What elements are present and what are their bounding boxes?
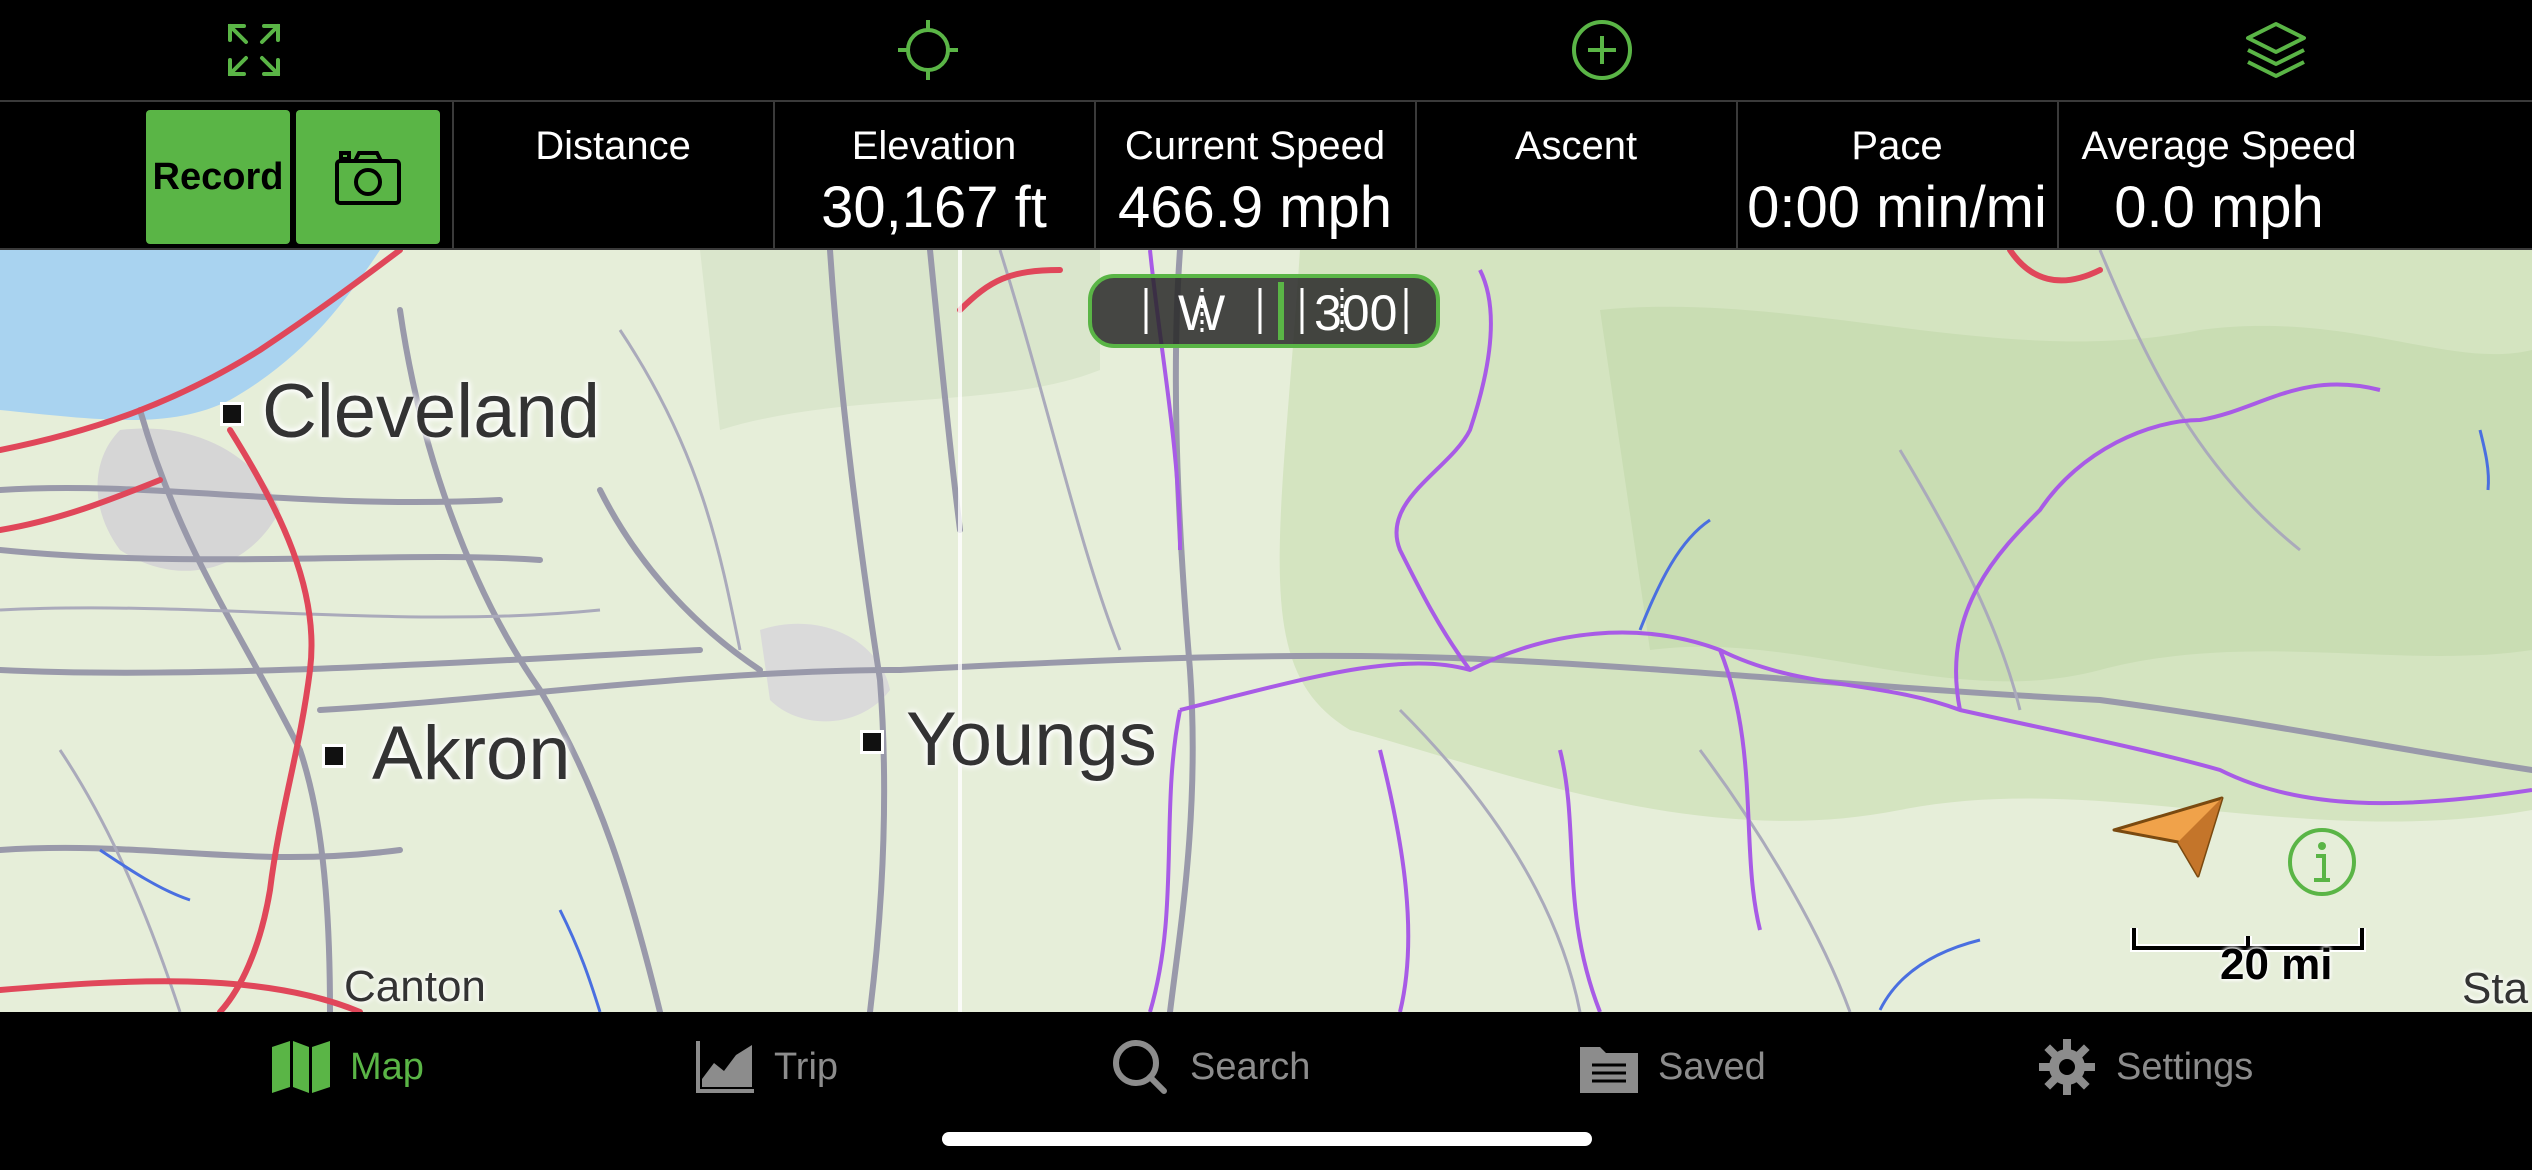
saved-folder-icon: [1580, 1047, 1638, 1093]
location-arrow-icon: [2112, 796, 2224, 878]
city-marker: [322, 744, 346, 768]
home-indicator[interactable]: [942, 1132, 1592, 1146]
record-button[interactable]: Record: [146, 110, 290, 244]
tab-label: Trip: [774, 1045, 839, 1088]
stat-label: Average Speed: [2081, 124, 2357, 168]
city-marker: [220, 402, 244, 426]
tab-bar: Map Trip Search Saved Settings: [0, 1012, 2532, 1170]
info-icon[interactable]: [2286, 826, 2358, 898]
city-label-youngstown: Youngs: [906, 697, 1157, 782]
tab-search[interactable]: Search: [1110, 1032, 1310, 1102]
layers-icon[interactable]: [2236, 10, 2316, 90]
stat-value: 466.9 mph: [1117, 175, 1393, 240]
stats-bar: Record Distance Elevation 30,167 ft Curr…: [0, 100, 2532, 250]
city-label-cleveland: Cleveland: [262, 369, 600, 454]
tab-settings[interactable]: Settings: [2036, 1032, 2253, 1102]
compass-direction: W: [1178, 285, 1226, 341]
city-label-partial: Sta: [2462, 964, 2529, 1012]
stat-ascent: Ascent: [1415, 102, 1735, 248]
map-base: [0, 250, 2532, 1012]
stat-elevation: Elevation 30,167 ft: [773, 102, 1093, 248]
stat-label: Elevation: [851, 124, 1017, 168]
map-icon: [272, 1041, 330, 1093]
tab-trip[interactable]: Trip: [694, 1032, 838, 1102]
tab-label: Search: [1190, 1045, 1311, 1088]
stat-current-speed: Current Speed 466.9 mph: [1094, 102, 1414, 248]
top-toolbar: [0, 0, 2532, 100]
city-label-canton: Canton: [344, 962, 486, 1011]
crosshair-icon[interactable]: [888, 10, 968, 90]
zoom-plus-icon[interactable]: [1562, 10, 1642, 90]
compass-heading-tape: W 300: [1088, 274, 1440, 348]
stat-value: 30,167 ft: [821, 175, 1047, 240]
city-marker: [860, 730, 884, 754]
trip-chart-icon: [696, 1041, 754, 1093]
stat-average-speed: Average Speed 0.0 mph: [2057, 102, 2532, 248]
tab-saved[interactable]: Saved: [1578, 1032, 1766, 1102]
compass-heading-value: 300: [1314, 285, 1398, 341]
search-icon: [1113, 1040, 1167, 1094]
stat-distance: Distance: [452, 102, 772, 248]
camera-button[interactable]: [296, 110, 440, 244]
stat-value: 0:00 min/mi: [1747, 175, 2047, 240]
fullscreen-icon[interactable]: [214, 10, 294, 90]
tab-label: Saved: [1658, 1045, 1766, 1088]
city-label-akron: Akron: [372, 711, 571, 796]
stat-label: Ascent: [1514, 124, 1638, 168]
stat-label: Current Speed: [1124, 124, 1386, 168]
map-view[interactable]: Cleveland Akron Youngs Canton Sta W 300 …: [0, 250, 2532, 1012]
gear-icon: [2039, 1039, 2095, 1095]
tab-map[interactable]: Map: [270, 1032, 424, 1102]
stat-value: 0.0 mph: [2114, 175, 2324, 240]
tab-label: Settings: [2116, 1045, 2254, 1088]
scale-label: 20 mi: [2220, 940, 2333, 989]
stat-pace: Pace 0:00 min/mi: [1736, 102, 2056, 248]
camera-icon: [335, 151, 401, 205]
stat-label: Pace: [1851, 124, 1943, 168]
stat-label: Distance: [535, 124, 691, 168]
tab-label: Map: [350, 1045, 424, 1088]
